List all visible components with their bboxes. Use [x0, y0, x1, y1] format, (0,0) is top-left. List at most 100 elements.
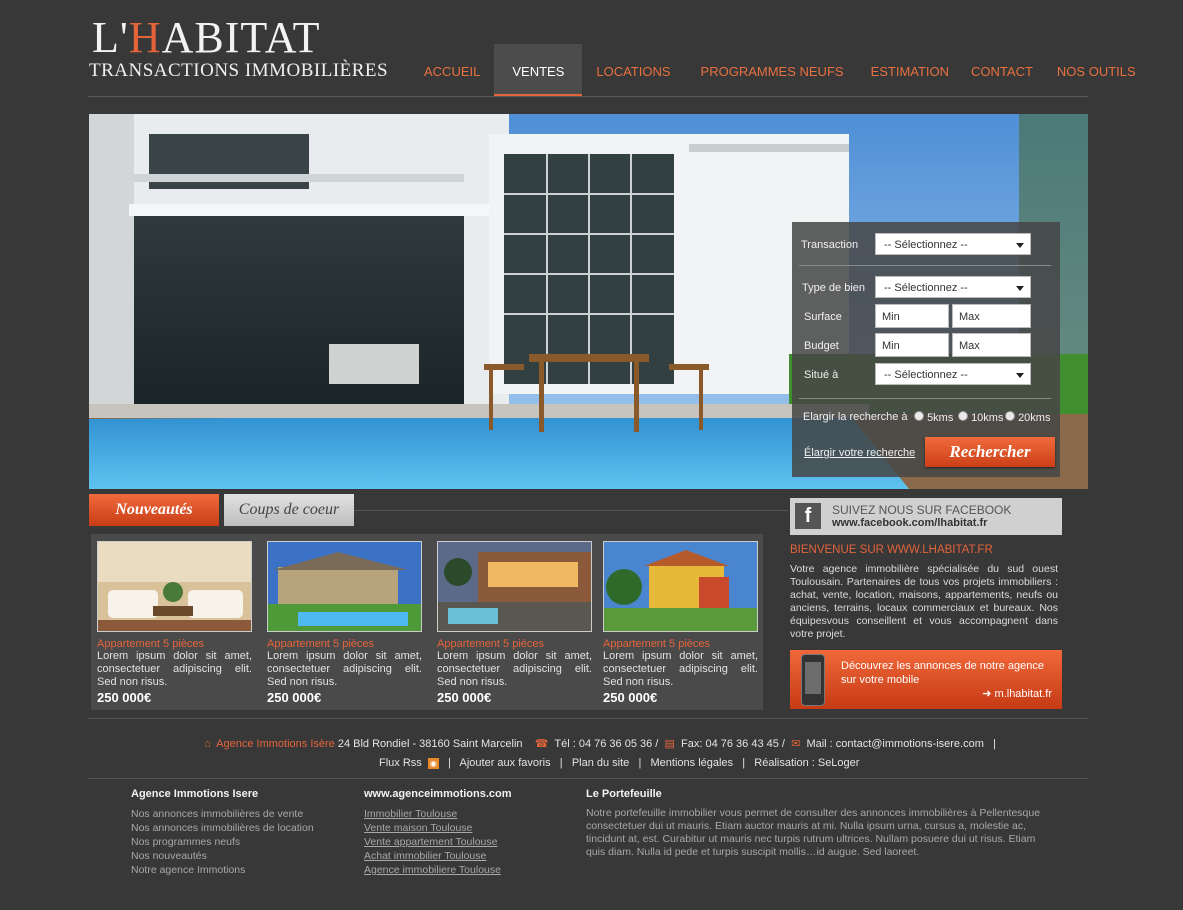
listing-price: 250 000€ — [267, 690, 322, 705]
surface-min-input[interactable]: Min — [875, 304, 949, 328]
chevron-down-icon — [1016, 286, 1024, 291]
listing-photo[interactable] — [267, 541, 422, 632]
listing-photo[interactable] — [603, 541, 758, 632]
budget-label: Budget — [804, 340, 839, 352]
nav-accueil[interactable]: ACCUEIL — [410, 44, 494, 96]
listing-price: 250 000€ — [437, 690, 492, 705]
footer-link[interactable]: Vente appartement Toulouse — [364, 835, 512, 849]
stone-house-photo — [268, 542, 421, 631]
footer-link[interactable]: Nos annonces immobilières de location — [131, 821, 314, 835]
listing-photo[interactable] — [437, 541, 592, 632]
listing-title[interactable]: Appartement 5 pièces — [437, 638, 592, 650]
listing-card[interactable]: Appartement 5 pièces Lorem ipsum dolor s… — [97, 541, 252, 705]
radio-icon[interactable] — [958, 411, 968, 421]
budget-max-input[interactable]: Max — [952, 333, 1031, 357]
situe-label: Situé à — [804, 369, 839, 381]
radius-5km[interactable]: 5kms — [914, 411, 953, 424]
radio-icon[interactable] — [914, 411, 924, 421]
footer-col-title: Le Portefeuille — [586, 788, 662, 800]
facebook-url[interactable]: www.facebook.com/lhabitat.fr — [832, 517, 987, 529]
mobile-link[interactable]: ➜ m.lhabitat.fr — [982, 687, 1052, 700]
home-icon: ⌂ — [204, 738, 211, 750]
nav-programmes-neufs[interactable]: PROGRAMMES NEUFS — [685, 44, 860, 96]
mobile-banner[interactable]: Découvrez les annonces de notre agence s… — [790, 650, 1062, 709]
link-mentions-legales[interactable]: Mentions légales — [651, 757, 734, 769]
nav-estimation[interactable]: ESTIMATION — [860, 44, 960, 96]
footer-link[interactable]: Agence immobiliere Toulouse — [364, 863, 512, 877]
living-room-photo — [98, 542, 251, 631]
radius-10km[interactable]: 10kms — [958, 411, 1003, 424]
listing-price: 250 000€ — [97, 690, 152, 705]
mail-icon: ✉ — [791, 738, 801, 750]
separator: | — [638, 757, 642, 769]
footer-link[interactable]: Vente maison Toulouse — [364, 821, 512, 835]
main-nav: ACCUEIL VENTES LOCATIONS PROGRAMMES NEUF… — [410, 44, 1136, 96]
arrow-right-icon: ➜ — [982, 688, 995, 700]
tab-coups-de-coeur[interactable]: Coups de coeur — [224, 494, 354, 526]
search-button[interactable]: Rechercher — [925, 437, 1055, 467]
fax-icon: ▤ — [664, 738, 675, 750]
separator: | — [448, 757, 451, 769]
tab-nouveautes[interactable]: Nouveautés — [89, 494, 219, 526]
link-favoris[interactable]: Ajouter aux favoris — [460, 757, 551, 769]
listing-card[interactable]: Appartement 5 pièces Lorem ipsum dolor s… — [267, 541, 422, 705]
rss-icon[interactable]: ◉ — [427, 757, 439, 769]
separator: | — [559, 757, 563, 769]
search-divider — [799, 265, 1051, 266]
type-select[interactable]: -- Sélectionnez -- — [875, 276, 1031, 298]
footer-col-agence: Agence Immotions Isere Nos annonces immo… — [131, 788, 314, 877]
portefeuille-text: Notre portefeuille immobilier vous perme… — [586, 807, 1041, 858]
radio-icon[interactable] — [1005, 411, 1015, 421]
elargir-link[interactable]: Élargir votre recherche — [804, 447, 915, 459]
logo-subtitle: TRANSACTIONS IMMOBILIÈRES — [89, 60, 389, 81]
yellow-villa-photo — [604, 542, 757, 631]
logo[interactable]: L'HABITAT — [92, 14, 321, 62]
agency-address: 24 Bld Rondiel - 38160 Saint Marcelin — [334, 738, 523, 750]
facebook-icon: f — [795, 503, 821, 529]
footer-links: Flux Rss ◉ | Ajouter aux favoris | Plan … — [379, 757, 859, 769]
footer-divider — [88, 718, 1088, 719]
transaction-select[interactable]: -- Sélectionnez -- — [875, 233, 1031, 255]
surface-label: Surface — [804, 311, 842, 323]
nav-locations[interactable]: LOCATIONS — [582, 44, 684, 96]
footer-link[interactable]: Nos programmes neufs — [131, 835, 314, 849]
link-flux-rss[interactable]: Flux Rss — [379, 757, 422, 769]
footer-link[interactable]: Nos nouveautés — [131, 849, 314, 863]
footer-link[interactable]: Immobilier Toulouse — [364, 807, 512, 821]
facebook-banner[interactable]: f SUIVEZ NOUS SUR FACEBOOK www.facebook.… — [790, 498, 1062, 535]
listing-title[interactable]: Appartement 5 pièces — [97, 638, 252, 650]
mobile-text: Découvrez les annonces de notre agence s… — [841, 660, 1045, 686]
phone-icon: ☎ — [534, 738, 549, 750]
nav-nos-outils[interactable]: NOS OUTILS — [1044, 44, 1136, 96]
listing-photo[interactable] — [97, 541, 252, 632]
welcome-title: BIENVENUE SUR WWW.LHABITAT.FR — [790, 544, 993, 556]
surface-max-input[interactable]: Max — [952, 304, 1031, 328]
budget-min-input[interactable]: Min — [875, 333, 949, 357]
footer-link[interactable]: Nos annonces immobilières de vente — [131, 807, 314, 821]
listing-card[interactable]: Appartement 5 pièces Lorem ipsum dolor s… — [437, 541, 592, 705]
location-select[interactable]: -- Sélectionnez -- — [875, 363, 1031, 385]
transaction-label: Transaction — [801, 239, 859, 251]
listing-title[interactable]: Appartement 5 pièces — [267, 638, 422, 650]
listing-description: Lorem ipsum dolor sit amet, consectetuer… — [437, 650, 592, 688]
footer-col-site: www.agenceimmotions.com Immobilier Toulo… — [364, 788, 512, 877]
link-realisation[interactable]: Réalisation : SeLoger — [754, 757, 859, 769]
tabs-divider — [354, 510, 788, 511]
location-select-value: -- Sélectionnez -- — [884, 369, 968, 381]
listing-description: Lorem ipsum dolor sit amet, consectetuer… — [267, 650, 422, 688]
tel-text: Tél : 04 76 36 05 36 / — [554, 738, 659, 750]
mail-text[interactable]: Mail : contact@immotions-isere.com — [806, 738, 983, 750]
footer-link[interactable]: Notre agence Immotions — [131, 863, 314, 877]
footer-link[interactable]: Achat immobilier Toulouse — [364, 849, 512, 863]
listing-title[interactable]: Appartement 5 pièces — [603, 638, 758, 650]
fax-text: Fax: 04 76 36 43 45 / — [681, 738, 785, 750]
nav-ventes[interactable]: VENTES — [494, 44, 583, 96]
link-plan-du-site[interactable]: Plan du site — [572, 757, 629, 769]
agency-name: Agence Immotions Isère — [216, 738, 335, 750]
radius-20km[interactable]: 20kms — [1005, 411, 1050, 424]
listing-price: 250 000€ — [603, 690, 658, 705]
nav-contact[interactable]: CONTACT — [960, 44, 1044, 96]
listing-card[interactable]: Appartement 5 pièces Lorem ipsum dolor s… — [603, 541, 758, 705]
footer-col-title: www.agenceimmotions.com — [364, 788, 512, 800]
elargir-label: Elargir la recherche à — [803, 411, 908, 423]
